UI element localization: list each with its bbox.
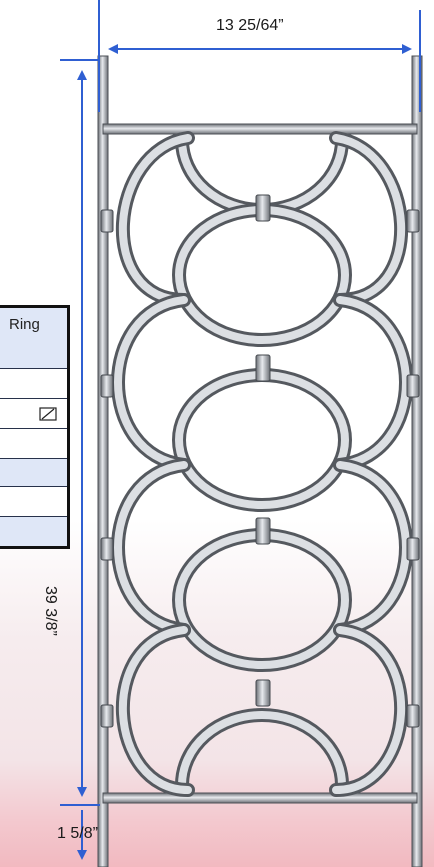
bottom-rail (102, 792, 418, 804)
table-header-text: Ring (9, 316, 40, 333)
height-dimension-label: 39 3/8” (42, 586, 59, 636)
right-post (411, 55, 423, 867)
table-row (0, 369, 67, 399)
table-header-row: Ring (0, 308, 67, 369)
width-dimension-label: 13 25/64” (216, 17, 284, 34)
ring-table: Ring (0, 305, 70, 549)
table-row (0, 399, 67, 429)
top-rail (102, 123, 418, 135)
empty-set-icon (39, 407, 57, 421)
table-row (0, 459, 67, 487)
table-row (0, 517, 67, 546)
table-row (0, 487, 67, 517)
bottom-rail-dimension-label: 1 5/8” (57, 825, 98, 842)
table-row (0, 429, 67, 459)
left-post (97, 55, 109, 867)
